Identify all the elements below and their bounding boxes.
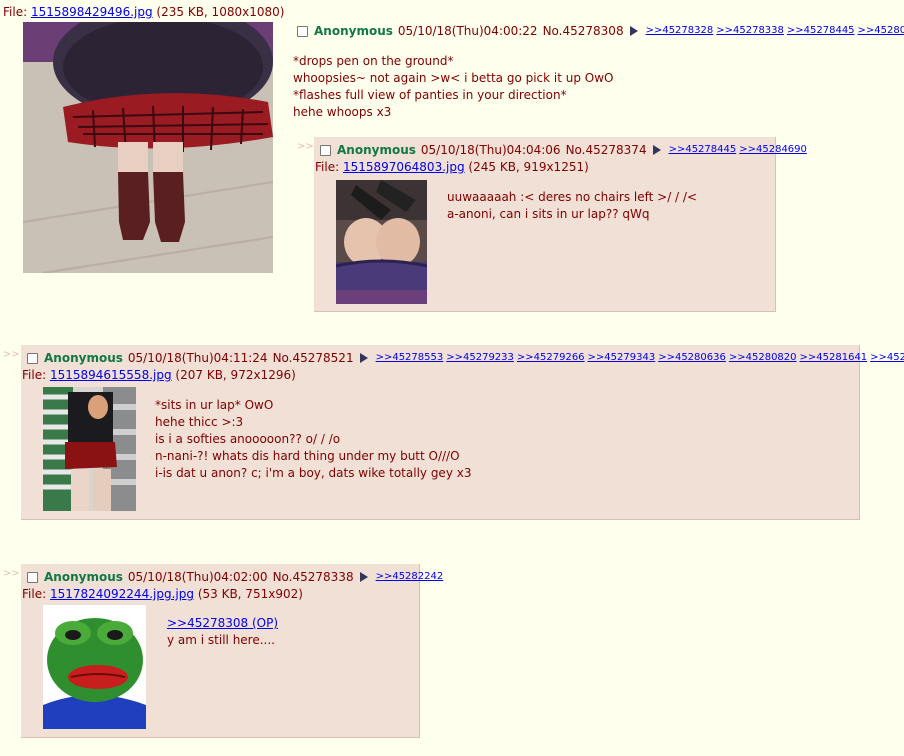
poster-name: Anonymous bbox=[337, 143, 416, 157]
post-number[interactable]: No.45278374 bbox=[566, 142, 647, 158]
post-number[interactable]: No.45278308 bbox=[543, 23, 624, 39]
message: *sits in ur lap* OwO hehe thicc >:3 is i… bbox=[155, 397, 471, 482]
message-line: y am i still here.... bbox=[167, 633, 275, 647]
poster-name: Anonymous bbox=[314, 24, 393, 38]
reply-thumbnail[interactable] bbox=[43, 387, 136, 511]
op-file-link[interactable]: 1515898429496.jpg bbox=[31, 5, 153, 19]
message-line: *flashes full view of panties in your di… bbox=[293, 88, 567, 102]
op-message: *drops pen on the ground* whoopsies~ not… bbox=[293, 53, 614, 121]
message-line: a-anoni, can i sits in ur lap?? qWq bbox=[447, 207, 650, 221]
file-meta: (53 KB, 751x902) bbox=[197, 587, 303, 601]
message: >>45278308 (OP) y am i still here.... bbox=[167, 615, 278, 649]
reply-arrows: >> bbox=[3, 349, 20, 360]
post-datetime: 05/10/18(Thu)04:04:06 bbox=[420, 143, 561, 157]
backlink[interactable]: >>45278338 bbox=[716, 23, 784, 39]
backlink[interactable]: >>45284690 bbox=[739, 142, 807, 158]
reply-post: Anonymous 05/10/18(Thu)04:11:24 No.45278… bbox=[21, 345, 904, 520]
post-select-checkbox[interactable] bbox=[297, 25, 308, 37]
file-info: File: 1515894615558.jpg (207 KB, 972x129… bbox=[22, 368, 296, 382]
backlink[interactable]: >>45278553 bbox=[376, 350, 444, 366]
post-menu-icon[interactable] bbox=[359, 572, 368, 582]
post-menu-icon[interactable] bbox=[359, 353, 368, 363]
poster-name: Anonymous bbox=[44, 570, 123, 584]
post-datetime: 05/10/18(Thu)04:00:22 bbox=[397, 24, 538, 38]
file-label: File: bbox=[22, 587, 47, 601]
backlink[interactable]: >>45278328 bbox=[646, 23, 714, 39]
post-header: Anonymous 05/10/18(Thu)04:11:24 No.45278… bbox=[27, 350, 904, 366]
op-post-header: Anonymous 05/10/18(Thu)04:00:22 No.45278… bbox=[297, 23, 904, 39]
backlink[interactable]: >>45279343 bbox=[588, 350, 656, 366]
post-datetime: 05/10/18(Thu)04:02:00 bbox=[127, 570, 268, 584]
backlink[interactable]: >>45280820 bbox=[729, 350, 797, 366]
file-meta: (207 KB, 972x1296) bbox=[175, 368, 296, 382]
post-select-checkbox[interactable] bbox=[320, 144, 331, 156]
poster-name: Anonymous bbox=[44, 351, 123, 365]
post-number[interactable]: No.45278521 bbox=[273, 350, 354, 366]
backlink[interactable]: >>45278445 bbox=[787, 23, 855, 39]
file-link[interactable]: 1515894615558.jpg bbox=[50, 368, 172, 382]
post-header: Anonymous 05/10/18(Thu)04:04:06 No.45278… bbox=[320, 142, 810, 158]
message-line: is i a softies anooooon?? o/ / /o bbox=[155, 432, 341, 446]
backlink[interactable]: >>45281641 bbox=[800, 350, 868, 366]
backlink[interactable]: >>45280636 bbox=[658, 350, 726, 366]
backlink[interactable]: >>45278445 bbox=[669, 142, 737, 158]
file-meta: (235 KB, 1080x1080) bbox=[156, 5, 285, 19]
message-line: *sits in ur lap* OwO bbox=[155, 398, 274, 412]
quote-link[interactable]: >>45278308 (OP) bbox=[167, 615, 278, 632]
message-line: n-nani-?! whats dis hard thing under my … bbox=[155, 449, 460, 463]
file-link[interactable]: 1515897064803.jpg bbox=[343, 160, 465, 174]
post-header: Anonymous 05/10/18(Thu)04:02:00 No.45278… bbox=[27, 569, 446, 585]
message-line: hehe thicc >:3 bbox=[155, 415, 244, 429]
message-line: whoopsies~ not again >w< i betta go pick… bbox=[293, 71, 614, 85]
file-info: File: 1517824092244.jpg.jpg (53 KB, 751x… bbox=[22, 587, 303, 601]
backlink[interactable]: >>45280711 bbox=[858, 23, 904, 39]
file-label: File: bbox=[3, 5, 28, 19]
file-label: File: bbox=[22, 368, 47, 382]
file-meta: (245 KB, 919x1251) bbox=[468, 160, 589, 174]
post-menu-icon[interactable] bbox=[652, 145, 661, 155]
post-select-checkbox[interactable] bbox=[27, 352, 38, 364]
message-line: uuwaaaaah :< deres no chairs left >/ / /… bbox=[447, 190, 698, 204]
message-line: i-is dat u anon? c; i'm a boy, dats wike… bbox=[155, 466, 472, 480]
reply-arrows: >> bbox=[297, 141, 314, 152]
reply-thumbnail[interactable] bbox=[43, 605, 146, 729]
backlink[interactable]: >>45282242 bbox=[376, 569, 444, 585]
message: uuwaaaaah :< deres no chairs left >/ / /… bbox=[447, 189, 697, 223]
post-select-checkbox[interactable] bbox=[27, 571, 38, 583]
op-thumbnail[interactable] bbox=[23, 22, 273, 273]
reply-arrows: >> bbox=[3, 568, 20, 579]
op-file-info: File: 1515898429496.jpg (235 KB, 1080x10… bbox=[3, 5, 284, 19]
reply-post: Anonymous 05/10/18(Thu)04:02:00 No.45278… bbox=[21, 564, 443, 738]
message-line: hehe whoops x3 bbox=[293, 105, 392, 119]
file-info: File: 1515897064803.jpg (245 KB, 919x125… bbox=[315, 160, 589, 174]
backlink[interactable]: >>45284690 bbox=[870, 350, 904, 366]
reply-thumbnail[interactable] bbox=[336, 180, 427, 304]
reply-post: Anonymous 05/10/18(Thu)04:04:06 No.45278… bbox=[314, 137, 807, 312]
file-label: File: bbox=[315, 160, 340, 174]
post-number[interactable]: No.45278338 bbox=[273, 569, 354, 585]
backlink[interactable]: >>45279233 bbox=[446, 350, 514, 366]
post-menu-icon[interactable] bbox=[629, 26, 638, 36]
post-datetime: 05/10/18(Thu)04:11:24 bbox=[127, 351, 268, 365]
backlink[interactable]: >>45279266 bbox=[517, 350, 585, 366]
message-line: *drops pen on the ground* bbox=[293, 54, 454, 68]
file-link[interactable]: 1517824092244.jpg.jpg bbox=[50, 587, 194, 601]
